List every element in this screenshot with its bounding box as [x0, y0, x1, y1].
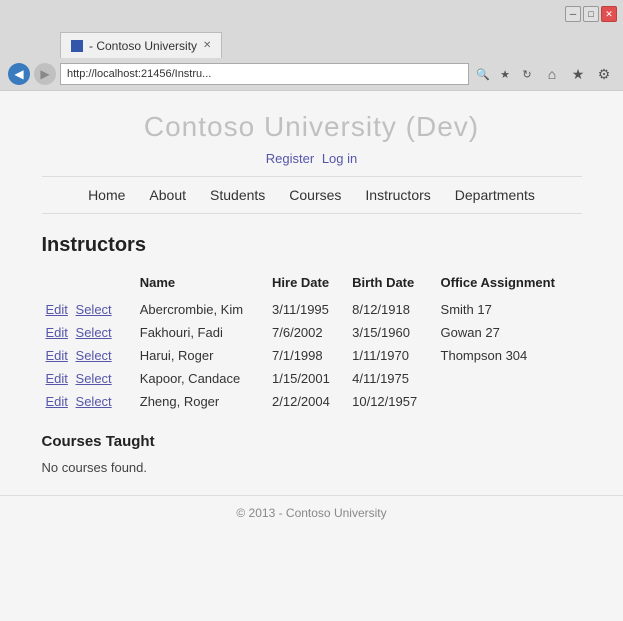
settings-icon[interactable]: ⚙: [593, 63, 615, 85]
close-button[interactable]: ✕: [601, 6, 617, 22]
address-bar: ◀ ▶ 🔍 ★ ↻ ⌂ ★ ⚙: [0, 58, 623, 90]
site-title: Contoso University (Dev): [42, 111, 582, 143]
minimize-button[interactable]: ─: [565, 6, 581, 22]
instructor-name: Abercrombie, Kim: [136, 298, 268, 321]
table-row: Edit Select Fakhouri, Fadi 7/6/2002 3/15…: [42, 321, 582, 344]
instructors-section-title: Instructors: [42, 234, 582, 257]
birth-date: 10/12/1957: [348, 390, 436, 413]
search-icon[interactable]: 🔍: [473, 64, 493, 84]
instructors-table: Name Hire Date Birth Date Office Assignm…: [42, 271, 582, 413]
name-header: Name: [136, 271, 268, 298]
footer: © 2013 - Contoso University: [0, 495, 623, 530]
office-assignment: Smith 17: [437, 298, 582, 321]
browser-chrome: ─ □ ✕ - Contoso University ✕ ◀ ▶ 🔍 ★ ↻ ⌂…: [0, 0, 623, 91]
actions-header: [42, 271, 136, 298]
forward-button[interactable]: ▶: [34, 63, 56, 85]
login-link[interactable]: Log in: [322, 151, 357, 166]
toolbar-icons: ⌂ ★ ⚙: [541, 63, 615, 85]
row-actions: Edit Select: [42, 321, 136, 344]
table-row: Edit Select Kapoor, Candace 1/15/2001 4/…: [42, 367, 582, 390]
maximize-button[interactable]: □: [583, 6, 599, 22]
row-actions: Edit Select: [42, 390, 136, 413]
office-assignment: Gowan 27: [437, 321, 582, 344]
edit-link[interactable]: Edit: [46, 325, 68, 340]
instructor-name: Kapoor, Candace: [136, 367, 268, 390]
page-content: Contoso University (Dev) Register Log in…: [22, 91, 602, 495]
hire-date: 7/1/1998: [268, 344, 348, 367]
instructor-name: Zheng, Roger: [136, 390, 268, 413]
birth-date: 4/11/1975: [348, 367, 436, 390]
home-icon[interactable]: ⌂: [541, 63, 563, 85]
row-actions: Edit Select: [42, 298, 136, 321]
favorites-icon[interactable]: ★: [567, 63, 589, 85]
instructor-name: Harui, Roger: [136, 344, 268, 367]
birth-date-header: Birth Date: [348, 271, 436, 298]
row-actions: Edit Select: [42, 344, 136, 367]
hire-date: 3/11/1995: [268, 298, 348, 321]
refresh-icon[interactable]: ↻: [517, 64, 537, 84]
title-bar-controls: ─ □ ✕: [565, 6, 617, 22]
birth-date: 1/11/1970: [348, 344, 436, 367]
office-assignment: Thompson 304: [437, 344, 582, 367]
nav-students[interactable]: Students: [210, 187, 265, 203]
nav-home[interactable]: Home: [88, 187, 125, 203]
page-wrapper: Contoso University (Dev) Register Log in…: [0, 91, 623, 621]
tab-label: - Contoso University: [89, 39, 197, 53]
edit-link[interactable]: Edit: [46, 371, 68, 386]
select-link[interactable]: Select: [76, 348, 112, 363]
browser-tab[interactable]: - Contoso University ✕: [60, 32, 222, 58]
table-row: Edit Select Abercrombie, Kim 3/11/1995 8…: [42, 298, 582, 321]
table-row: Edit Select Zheng, Roger 2/12/2004 10/12…: [42, 390, 582, 413]
birth-date: 3/15/1960: [348, 321, 436, 344]
select-link[interactable]: Select: [76, 325, 112, 340]
birth-date: 8/12/1918: [348, 298, 436, 321]
office-header: Office Assignment: [437, 271, 582, 298]
office-assignment: [437, 390, 582, 413]
back-button[interactable]: ◀: [8, 63, 30, 85]
hire-date: 2/12/2004: [268, 390, 348, 413]
register-link[interactable]: Register: [266, 151, 314, 166]
table-row: Edit Select Harui, Roger 7/1/1998 1/11/1…: [42, 344, 582, 367]
select-link[interactable]: Select: [76, 302, 112, 317]
office-assignment: [437, 367, 582, 390]
bookmark-icon[interactable]: ★: [495, 64, 515, 84]
courses-taught-title: Courses Taught: [42, 433, 582, 450]
edit-link[interactable]: Edit: [46, 348, 68, 363]
hire-date-header: Hire Date: [268, 271, 348, 298]
tab-favicon: [71, 40, 83, 52]
no-courses-message: No courses found.: [42, 460, 582, 475]
instructor-name: Fakhouri, Fadi: [136, 321, 268, 344]
select-link[interactable]: Select: [76, 394, 112, 409]
title-bar: ─ □ ✕: [0, 0, 623, 28]
edit-link[interactable]: Edit: [46, 394, 68, 409]
nav-courses[interactable]: Courses: [289, 187, 341, 203]
hire-date: 1/15/2001: [268, 367, 348, 390]
hire-date: 7/6/2002: [268, 321, 348, 344]
tab-close-icon[interactable]: ✕: [203, 40, 211, 51]
nav-instructors[interactable]: Instructors: [365, 187, 430, 203]
nav-about[interactable]: About: [149, 187, 186, 203]
row-actions: Edit Select: [42, 367, 136, 390]
nav-departments[interactable]: Departments: [455, 187, 535, 203]
site-links: Register Log in: [42, 151, 582, 166]
address-input[interactable]: [60, 63, 469, 85]
footer-text: © 2013 - Contoso University: [236, 506, 386, 520]
select-link[interactable]: Select: [76, 371, 112, 386]
nav-bar: Home About Students Courses Instructors …: [42, 176, 582, 214]
edit-link[interactable]: Edit: [46, 302, 68, 317]
address-icons: 🔍 ★ ↻: [473, 64, 537, 84]
tab-bar: - Contoso University ✕: [0, 28, 623, 58]
